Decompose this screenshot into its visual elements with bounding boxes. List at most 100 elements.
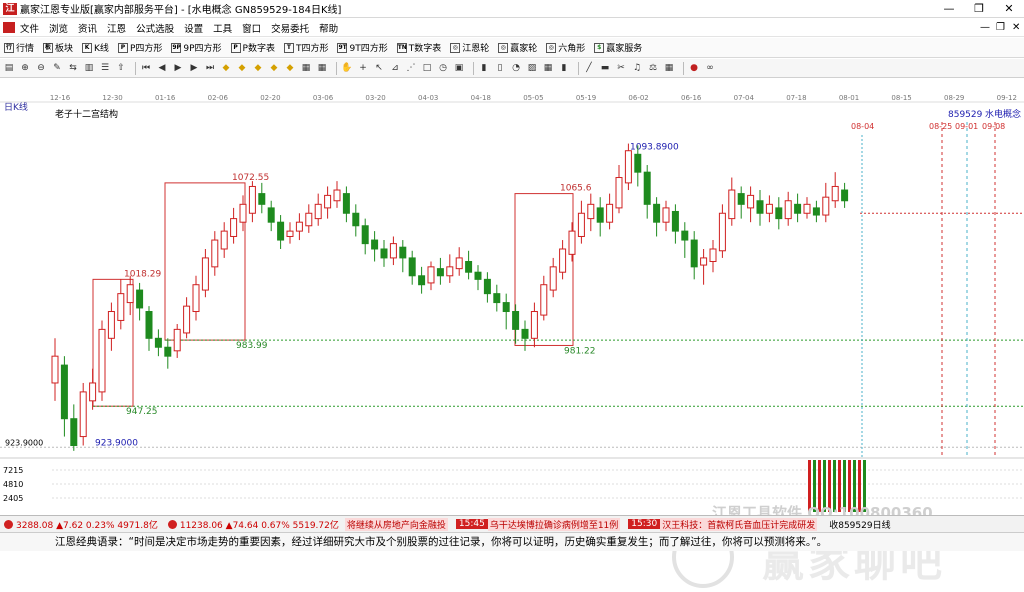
tab-quotes[interactable]: 行行情 xyxy=(4,41,34,54)
tab-9p-square[interactable]: 9P 9P四方形 xyxy=(171,41,222,54)
volume-bar xyxy=(838,460,841,512)
tab-kline[interactable]: K K线 xyxy=(82,41,109,54)
news-ticker-3[interactable]: 汉王科技：首款柯氏音血压计完成研发 xyxy=(660,517,818,531)
drawing-toolbar: ▤ ⊕ ⊖ ✎ ⇆ ▥ ☰ ⇧ ⏮ ◀ ▶ ▶ ⏭ ◆ ◆ ◆ ◆ ◆ ▦ ▦ ✋ + ↖ ⊿ ⋰ □ ◷ ▣ ▮ ▯ ◔ ▨ ▦ ▮ ╱ ▬ ✂ ♫ ⚖ ▦… xyxy=(0,59,1024,78)
hand-icon[interactable]: ✋ xyxy=(341,62,353,74)
play-icon[interactable]: ▶ xyxy=(172,62,184,74)
diamond-icon[interactable]: ◆ xyxy=(220,62,232,74)
tune-icon[interactable]: ♫ xyxy=(631,62,643,74)
tab-sectors[interactable]: 板板块 xyxy=(43,41,73,54)
menu-item-help[interactable]: 帮助 xyxy=(319,21,338,35)
tab-9t-square[interactable]: 9T 9T四方形 xyxy=(337,41,388,54)
diamond-icon[interactable]: ◆ xyxy=(236,62,248,74)
scissor-icon[interactable]: ✂ xyxy=(615,62,627,74)
candle-body xyxy=(812,207,820,216)
calc-icon[interactable]: ▣ xyxy=(453,62,465,74)
kline-chart[interactable]: 12-16 12-30 01-16 02-06 02-20 03-06 03-20 04-03… xyxy=(0,80,1024,514)
tab-gann-wheel[interactable]: ◎ 江恩轮 xyxy=(450,41,489,54)
grid-icon[interactable]: ▦ xyxy=(316,62,328,74)
close-icon[interactable]: ✕ xyxy=(994,0,1024,18)
volume-bar xyxy=(843,460,846,512)
tab-p-square[interactable]: P P四方形 xyxy=(117,41,162,54)
index-sz[interactable]: 11238.06 ▲74.64 0.67% 5519.72亿 xyxy=(180,518,339,531)
date-tick-label: 05-05 xyxy=(523,94,543,102)
cross-icon[interactable]: + xyxy=(357,62,369,74)
date-tick-label: 06-02 xyxy=(628,94,648,102)
grid-icon[interactable]: ▦ xyxy=(300,62,312,74)
maximize-icon[interactable]: ❐ xyxy=(964,0,994,18)
candle-body xyxy=(183,305,191,334)
candle-body xyxy=(530,311,538,339)
news-ticker-1[interactable]: 将继续从房地产向金融投 xyxy=(344,517,448,531)
title-bar: 江 赢家江恩专业版[赢家内部服务平台] - [水电概念 GN859529-184… xyxy=(0,0,1024,18)
doc-icon[interactable]: ▯ xyxy=(494,62,506,74)
menu-item-settings[interactable]: 设置 xyxy=(184,21,203,35)
first-icon[interactable]: ⏮ xyxy=(140,62,152,74)
menu-item-info[interactable]: 资讯 xyxy=(78,21,97,35)
zoom-in-icon[interactable]: ⊕ xyxy=(19,62,31,74)
book-icon[interactable]: ▮ xyxy=(478,62,490,74)
news-ticker-2[interactable]: 乌干达埃博拉确诊病例增至11例 xyxy=(487,517,621,531)
color-icon[interactable]: ● xyxy=(688,62,700,74)
pen-icon[interactable]: ✎ xyxy=(51,62,63,74)
name-label: 水电概念 xyxy=(985,108,1021,120)
tab-winner-wheel[interactable]: ◎ 赢家轮 xyxy=(498,41,537,54)
book-icon[interactable]: ▮ xyxy=(558,62,570,74)
menu-item-tools[interactable]: 工具 xyxy=(213,21,232,35)
diamond-icon[interactable]: ◆ xyxy=(252,62,264,74)
prev-icon[interactable]: ◀ xyxy=(156,62,168,74)
tab-t-square[interactable]: T T四方形 xyxy=(283,41,328,54)
menu-item-window[interactable]: 窗口 xyxy=(242,21,261,35)
zoom-out-icon[interactable]: ⊖ xyxy=(35,62,47,74)
last-icon[interactable]: ⏭ xyxy=(204,62,216,74)
tab-hexagon[interactable]: ◎ 六角形 xyxy=(546,41,585,54)
menu-item-formula[interactable]: 公式选股 xyxy=(136,21,174,35)
chart-icon[interactable]: ▨ xyxy=(526,62,538,74)
diamond-icon[interactable]: ◆ xyxy=(284,62,296,74)
fan-icon[interactable]: ⋰ xyxy=(405,62,417,74)
candle-body xyxy=(418,275,426,286)
box-icon[interactable]: □ xyxy=(421,62,433,74)
bars-icon[interactable]: ▥ xyxy=(83,62,95,74)
candle-body xyxy=(314,203,322,220)
volume-bar xyxy=(808,460,811,512)
winner-wheel-icon: ◎ xyxy=(498,42,509,53)
list-icon[interactable]: ☰ xyxy=(99,62,111,74)
cursor-icon[interactable]: ↖ xyxy=(373,62,385,74)
menu-item-gann[interactable]: 江恩 xyxy=(107,21,126,35)
chart-type-icon[interactable]: ▤ xyxy=(3,62,15,74)
doc-minimize-icon[interactable]: — xyxy=(980,19,990,37)
doc-close-icon[interactable]: ✕ xyxy=(1012,19,1020,37)
scale-icon[interactable]: ⚖ xyxy=(647,62,659,74)
grid-icon[interactable]: ▦ xyxy=(663,62,675,74)
chart-area[interactable]: 12-16 12-30 01-16 02-06 02-20 03-06 03-20 04-03… xyxy=(0,80,1024,588)
cycle-icon[interactable]: ◷ xyxy=(437,62,449,74)
menu-item-browse[interactable]: 浏览 xyxy=(49,21,68,35)
tab-p-table[interactable]: P P数字表 xyxy=(230,41,275,54)
candle-body xyxy=(136,289,144,309)
index-sh[interactable]: 3288.08 ▲7.62 0.23% 4971.8亿 xyxy=(16,518,158,531)
volume-bar xyxy=(828,460,831,512)
candle-body xyxy=(587,203,595,220)
doc-restore-icon[interactable]: ❐ xyxy=(996,19,1005,37)
tab-service[interactable]: $ 赢家服务 xyxy=(594,41,642,54)
minimize-icon[interactable]: — xyxy=(934,0,964,18)
menu-item-file[interactable]: 文件 xyxy=(20,21,39,35)
next-icon[interactable]: ▶ xyxy=(188,62,200,74)
arrow-up-icon[interactable]: ⇧ xyxy=(115,62,127,74)
line-icon[interactable]: ╱ xyxy=(583,62,595,74)
link-icon[interactable]: ∞ xyxy=(704,62,716,74)
candle-body xyxy=(117,293,125,321)
diamond-icon[interactable]: ◆ xyxy=(268,62,280,74)
ruler-icon[interactable]: ▬ xyxy=(599,62,611,74)
tab-label: 六角形 xyxy=(558,44,586,54)
tab-t-table[interactable]: TN T数字表 xyxy=(396,41,441,54)
menu-item-trade[interactable]: 交易委托 xyxy=(271,21,309,35)
toolbar-separator xyxy=(683,61,684,75)
split-icon[interactable]: ⇆ xyxy=(67,62,79,74)
calendar-icon[interactable]: ▦ xyxy=(542,62,554,74)
toolbar-separator xyxy=(135,61,136,75)
gann-icon[interactable]: ⊿ xyxy=(389,62,401,74)
candle-body xyxy=(89,382,97,402)
pie-icon[interactable]: ◔ xyxy=(510,62,522,74)
